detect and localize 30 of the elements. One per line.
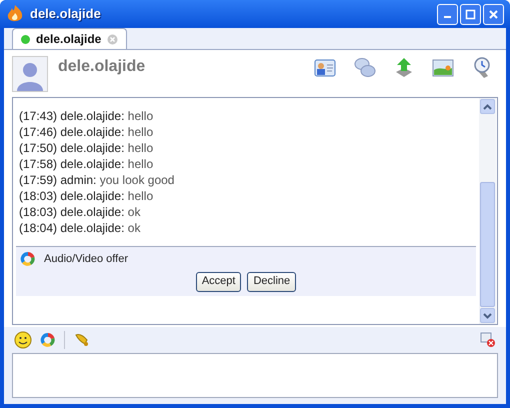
upload-icon[interactable] [394, 56, 414, 78]
minimize-icon [444, 16, 451, 18]
maximize-button[interactable] [460, 4, 481, 24]
flame-icon [6, 4, 24, 24]
message-input[interactable] [12, 353, 498, 398]
contact-name: dele.olajide [58, 56, 146, 76]
contact-card-icon[interactable] [314, 58, 336, 76]
chat-bubbles-icon[interactable] [354, 56, 376, 78]
decline-button[interactable]: Decline [247, 272, 296, 292]
minimize-button[interactable] [437, 4, 458, 24]
landscape-image-icon[interactable] [432, 58, 454, 76]
chat-message: (18:03) dele.olajide: hello [19, 188, 154, 204]
chat-message: (18:03) dele.olajide: ok [19, 204, 142, 220]
chat-message: (17:59) admin: you look good [19, 172, 176, 188]
offer-title: Audio/Video offer [44, 252, 128, 267]
close-button[interactable] [483, 4, 504, 24]
chat-tab[interactable]: dele.olajide [12, 28, 128, 49]
maximize-icon [465, 8, 476, 20]
smiley-icon[interactable] [14, 331, 32, 349]
accept-button[interactable]: Accept [196, 272, 242, 292]
block-icon[interactable] [480, 332, 496, 348]
chat-message: (17:58) dele.olajide: hello [19, 156, 154, 172]
avatar [12, 56, 48, 92]
chat-message: (17:46) dele.olajide: hello [19, 124, 154, 140]
chat-message: (17:43) dele.olajide: hello [19, 108, 154, 124]
chat-message: (17:50) dele.olajide: hello [19, 140, 154, 156]
chat-message: (18:04) dele.olajide: ok [19, 220, 142, 236]
close-icon [488, 8, 499, 20]
scrollbar[interactable] [479, 98, 496, 324]
window-title: dele.olajide [30, 5, 101, 24]
